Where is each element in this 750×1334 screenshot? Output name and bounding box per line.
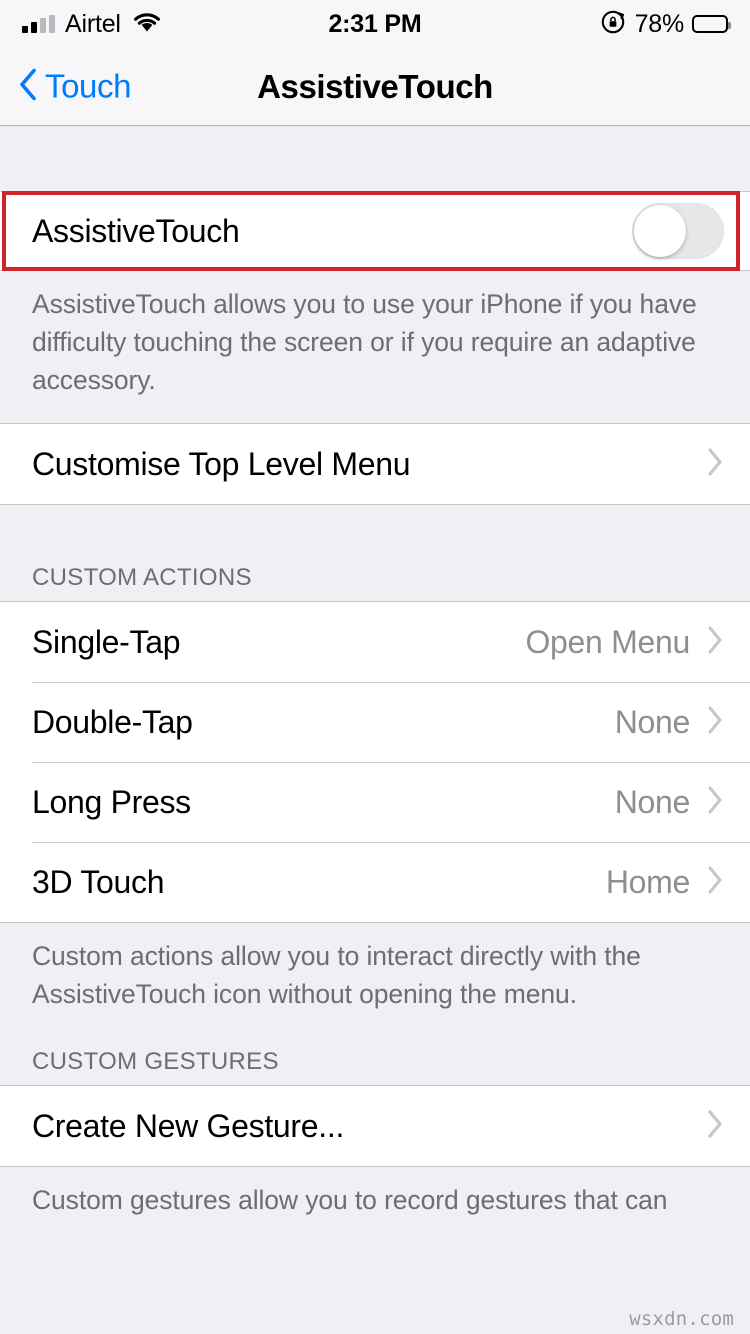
signal-bars-icon <box>22 15 55 33</box>
status-bar-right: 78% <box>422 9 731 40</box>
row-double-tap[interactable]: Double-Tap None <box>0 682 750 762</box>
navigation-bar: Touch AssistiveTouch <box>0 48 750 126</box>
assistivetouch-toggle[interactable] <box>632 203 724 259</box>
custom-actions-header: CUSTOM ACTIONS <box>0 505 750 601</box>
iphone-screen: Airtel 2:31 PM 78% Touch AssistiveTouch … <box>0 0 750 1334</box>
battery-percent-label: 78% <box>634 9 685 38</box>
back-button-label: Touch <box>45 67 132 105</box>
status-bar-left: Airtel <box>22 10 328 39</box>
battery-icon <box>692 15 731 33</box>
assistivetouch-group: AssistiveTouch <box>0 191 750 271</box>
wifi-icon <box>132 11 162 38</box>
customise-menu-group: Customise Top Level Menu <box>0 423 750 505</box>
row-label: 3D Touch <box>32 863 165 900</box>
back-button[interactable]: Touch <box>18 67 131 106</box>
chevron-left-icon <box>18 67 38 106</box>
custom-actions-group: Single-Tap Open Menu Double-Tap None Lon… <box>0 601 750 923</box>
row-long-press[interactable]: Long Press None <box>0 762 750 842</box>
watermark: wsxdn.com <box>629 1308 734 1330</box>
row-create-new-gesture[interactable]: Create New Gesture... <box>0 1086 750 1166</box>
row-3d-touch[interactable]: 3D Touch Home <box>0 842 750 922</box>
chevron-right-icon <box>706 447 724 482</box>
chevron-right-icon <box>706 865 724 900</box>
row-value: None <box>614 783 691 820</box>
status-bar: Airtel 2:31 PM 78% <box>0 0 750 48</box>
customise-top-level-menu-label: Customise Top Level Menu <box>32 445 411 482</box>
row-value: Open Menu <box>525 623 690 660</box>
assistivetouch-toggle-row[interactable]: AssistiveTouch <box>0 192 750 270</box>
customise-top-level-menu-row[interactable]: Customise Top Level Menu <box>0 424 750 504</box>
assistivetouch-footer: AssistiveTouch allows you to use your iP… <box>0 271 750 409</box>
carrier-label: Airtel <box>65 9 121 38</box>
row-value: Home <box>605 863 690 900</box>
top-spacer <box>0 126 750 191</box>
chevron-right-icon <box>706 625 724 660</box>
custom-gestures-group: Create New Gesture... <box>0 1085 750 1167</box>
spacer-after-assistivetouch-footer <box>0 409 750 423</box>
chevron-right-icon <box>706 1109 724 1144</box>
custom-actions-footer: Custom actions allow you to interact dir… <box>0 923 750 1023</box>
custom-gestures-header: CUSTOM GESTURES <box>0 1023 750 1085</box>
row-label: Single-Tap <box>32 623 181 660</box>
row-single-tap[interactable]: Single-Tap Open Menu <box>0 602 750 682</box>
chevron-right-icon <box>706 785 724 820</box>
toggle-knob <box>634 205 686 257</box>
row-label: Create New Gesture... <box>32 1107 345 1144</box>
chevron-right-icon <box>706 705 724 740</box>
assistivetouch-toggle-section: AssistiveTouch <box>0 191 750 271</box>
assistivetouch-label: AssistiveTouch <box>32 212 240 249</box>
clock-label: 2:31 PM <box>328 9 422 38</box>
row-label: Double-Tap <box>32 703 193 740</box>
custom-gestures-footer: Custom gestures allow you to record gest… <box>0 1167 750 1229</box>
rotation-lock-icon <box>600 9 626 40</box>
row-label: Long Press <box>32 783 191 820</box>
row-value: None <box>614 703 691 740</box>
